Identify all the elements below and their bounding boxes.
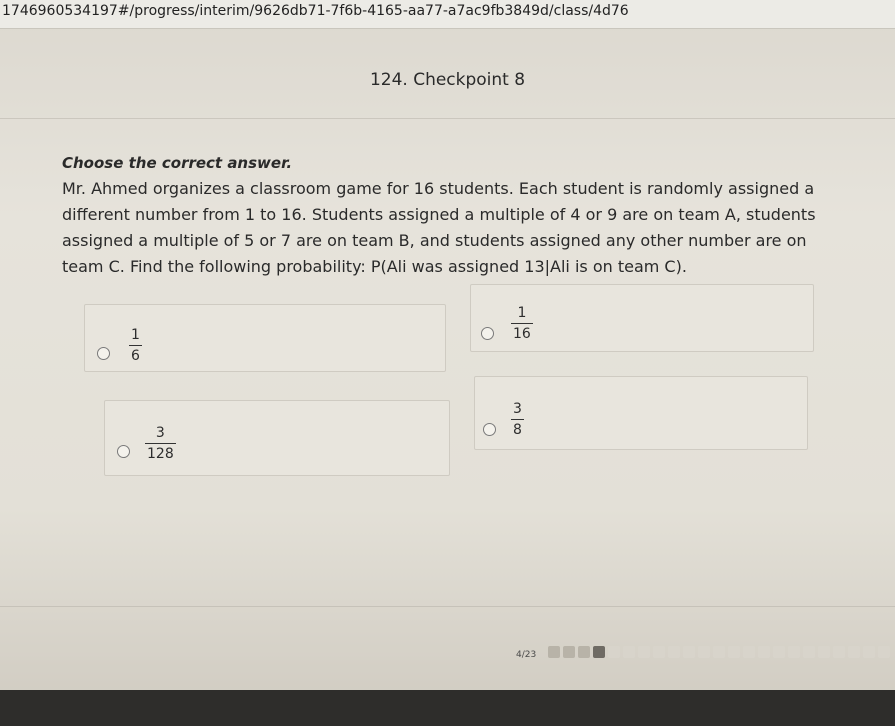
title-divider — [0, 118, 895, 119]
url-text: 1746960534197#/progress/interim/9626db71… — [2, 3, 629, 19]
progress-square[interactable] — [728, 646, 740, 658]
page-title: 124. Checkpoint 8 — [369, 70, 526, 90]
bottom-bezel — [0, 690, 895, 726]
radio-button-icon[interactable] — [481, 327, 494, 340]
fraction: 1 6 — [129, 327, 142, 364]
progress-square[interactable] — [608, 646, 620, 658]
radio-button-icon[interactable] — [117, 445, 130, 458]
progress-square[interactable] — [848, 646, 860, 658]
progress-square[interactable] — [698, 646, 710, 658]
address-bar[interactable]: 1746960534197#/progress/interim/9626db71… — [0, 0, 895, 29]
answer-option-1[interactable]: 1 6 — [84, 304, 446, 372]
progress-square[interactable] — [563, 646, 575, 658]
progress-square[interactable] — [803, 646, 815, 658]
progress-square[interactable] — [593, 646, 605, 658]
progress-square[interactable] — [623, 646, 635, 658]
progress-square[interactable] — [788, 646, 800, 658]
progress-footer: 4/23 — [0, 640, 895, 680]
progress-square[interactable] — [653, 646, 665, 658]
radio-button-icon[interactable] — [483, 423, 496, 436]
instruction-text: Choose the correct answer. — [62, 154, 293, 172]
answer-option-2[interactable]: 1 16 — [470, 284, 814, 352]
fraction: 3 128 — [145, 425, 176, 462]
fraction-numerator: 3 — [155, 425, 165, 441]
progress-square[interactable] — [743, 646, 755, 658]
progress-square[interactable] — [578, 646, 590, 658]
progress-square[interactable] — [818, 646, 830, 658]
fraction-denominator: 6 — [129, 345, 142, 364]
progress-square[interactable] — [668, 646, 680, 658]
progress-square[interactable] — [758, 646, 770, 658]
answer-option-4[interactable]: 3 8 — [474, 376, 808, 450]
radio-button-icon[interactable] — [97, 347, 110, 360]
fraction-denominator: 128 — [145, 443, 176, 462]
progress-tracker — [548, 646, 890, 658]
fraction-numerator: 1 — [131, 327, 140, 343]
progress-counter: 4/23 — [516, 650, 537, 660]
fraction-numerator: 3 — [513, 401, 522, 417]
fraction: 3 8 — [511, 401, 524, 438]
fraction: 1 16 — [511, 305, 533, 342]
footer-divider — [0, 606, 895, 607]
question-text: Mr. Ahmed organizes a classroom game for… — [62, 179, 816, 276]
progress-square[interactable] — [713, 646, 725, 658]
progress-square[interactable] — [878, 646, 890, 658]
fraction-denominator: 8 — [511, 419, 524, 438]
progress-square[interactable] — [863, 646, 875, 658]
progress-square[interactable] — [833, 646, 845, 658]
progress-square[interactable] — [773, 646, 785, 658]
question-block: Choose the correct answer. Mr. Ahmed org… — [62, 150, 832, 280]
progress-square[interactable] — [638, 646, 650, 658]
progress-square[interactable] — [548, 646, 560, 658]
fraction-denominator: 16 — [511, 323, 533, 342]
fraction-numerator: 1 — [517, 305, 527, 321]
answer-option-3[interactable]: 3 128 — [104, 400, 450, 476]
progress-square[interactable] — [683, 646, 695, 658]
